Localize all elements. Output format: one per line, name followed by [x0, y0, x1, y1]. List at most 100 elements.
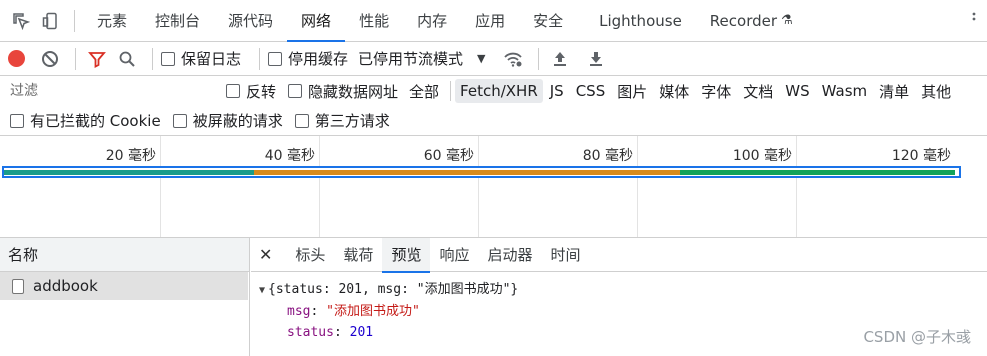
- tab-recorder[interactable]: Recorder ⚗: [696, 0, 807, 42]
- tab-security[interactable]: 安全: [519, 0, 577, 42]
- filter-input[interactable]: [4, 79, 216, 103]
- checkbox-box[interactable]: [172, 113, 187, 128]
- tab-label: 控制台: [155, 12, 201, 30]
- type-filter-doc[interactable]: 文档: [738, 78, 778, 105]
- inspect-element-icon[interactable]: [6, 6, 36, 36]
- time-tick: 100 毫秒: [732, 148, 792, 164]
- type-filter-media[interactable]: 媒体: [654, 78, 694, 105]
- type-filter-manifest[interactable]: 清单: [874, 78, 914, 105]
- blocked-requests-checkbox[interactable]: 被屏蔽的请求: [172, 110, 283, 131]
- network-conditions-icon[interactable]: [500, 46, 526, 72]
- network-overview[interactable]: 20 毫秒 40 毫秒 60 毫秒 80 毫秒 100 毫秒 120 毫秒: [0, 136, 987, 238]
- tab-sources[interactable]: 源代码: [214, 0, 287, 42]
- throttling-select[interactable]: 已停用节流模式 ▼: [358, 48, 485, 69]
- grid-line: [319, 136, 320, 237]
- tab-response[interactable]: 响应: [430, 238, 478, 272]
- tab-network[interactable]: 网络: [287, 0, 346, 42]
- clear-icon[interactable]: [37, 46, 63, 72]
- tab-performance[interactable]: 性能: [345, 0, 403, 42]
- blocked-cookies-checkbox[interactable]: 有已拦截的 Cookie: [10, 110, 161, 131]
- time-tick: 120 毫秒: [891, 148, 951, 164]
- checkbox-label: 第三方请求: [314, 112, 390, 130]
- grid-line: [478, 136, 479, 237]
- invert-checkbox[interactable]: 反转: [226, 81, 276, 102]
- toolbar-divider: [259, 47, 261, 70]
- type-filter-all[interactable]: 全部: [404, 78, 444, 105]
- preserve-log-checkbox[interactable]: 保留日志: [161, 48, 241, 69]
- record-icon[interactable]: [8, 50, 25, 67]
- type-filter-ws[interactable]: WS: [780, 79, 814, 103]
- document-icon: [12, 278, 24, 294]
- watermark: CSDN @子木彧: [863, 328, 971, 346]
- timing-finish-segment: [680, 170, 955, 175]
- type-filter-other[interactable]: 其他: [916, 78, 956, 105]
- type-filter-img[interactable]: 图片: [612, 78, 652, 105]
- throttling-value: 已停用节流模式: [358, 50, 464, 68]
- disable-cache-checkbox[interactable]: 停用缓存: [268, 48, 348, 69]
- tab-console[interactable]: 控制台: [141, 0, 214, 42]
- type-filter-font[interactable]: 字体: [696, 78, 736, 105]
- time-tick: 20 毫秒: [105, 148, 156, 164]
- tab-initiator[interactable]: 启动器: [478, 238, 541, 272]
- tab-payload[interactable]: 载荷: [334, 238, 382, 272]
- checkbox-label: 被屏蔽的请求: [192, 112, 283, 130]
- tab-label: Lighthouse: [599, 11, 682, 30]
- toolbar-divider: [152, 47, 153, 70]
- third-party-checkbox[interactable]: 第三方请求: [294, 110, 390, 131]
- tab-timing[interactable]: 时间: [541, 238, 589, 272]
- type-filter-css[interactable]: CSS: [571, 79, 611, 103]
- checkbox-box[interactable]: [288, 84, 303, 98]
- checkbox-box[interactable]: [294, 113, 309, 128]
- search-icon[interactable]: [114, 46, 140, 72]
- tab-label: 网络: [301, 12, 332, 30]
- tab-memory[interactable]: 内存: [403, 0, 461, 42]
- checkbox-box[interactable]: [10, 113, 24, 128]
- checkbox-box[interactable]: [268, 51, 283, 66]
- device-toolbar-icon[interactable]: [36, 6, 66, 36]
- tree-root[interactable]: ▼ {status: 201, msg: "添加图书成功"}: [259, 279, 987, 301]
- type-divider: [450, 81, 452, 101]
- property-key: msg: [287, 304, 311, 319]
- request-name: addbook: [33, 277, 98, 295]
- tree-property: msg: "添加图书成功": [287, 304, 420, 319]
- detail-tab-bar: ✕ 标头 载荷 预览 响应 启动器 时间: [251, 237, 987, 273]
- object-summary: {status: 201, msg: "添加图书成功"}: [268, 282, 519, 297]
- timing-waiting-segment: [4, 170, 254, 175]
- checkbox-box[interactable]: [226, 84, 240, 98]
- checkbox-label: 隐藏数据网址: [308, 82, 399, 101]
- tab-preview[interactable]: 预览: [382, 237, 431, 273]
- property-value: "添加图书成功": [326, 304, 420, 319]
- tab-label: 源代码: [228, 12, 274, 30]
- tabbar-divider: [74, 9, 75, 32]
- request-panel: 名称 addbook ✕ 标头 载荷 预览 响应 启动器 时间 ▼ {status…: [0, 237, 987, 356]
- tab-lighthouse[interactable]: Lighthouse: [577, 0, 696, 42]
- tab-application[interactable]: 应用: [461, 0, 519, 42]
- close-icon[interactable]: ✕: [259, 245, 272, 264]
- more-tabs-icon[interactable]: [971, 12, 987, 30]
- tab-headers[interactable]: 标头: [286, 238, 334, 272]
- tab-label: Recorder: [709, 11, 778, 30]
- property-key: status: [287, 325, 334, 340]
- filter-bar-secondary: 有已拦截的 Cookie 被屏蔽的请求 第三方请求: [0, 106, 987, 136]
- request-row[interactable]: addbook: [0, 272, 248, 300]
- hide-data-urls-checkbox[interactable]: 隐藏数据网址: [288, 81, 398, 102]
- checkbox-label: 有已拦截的 Cookie: [30, 112, 161, 130]
- tab-elements[interactable]: 元素: [83, 0, 141, 42]
- toolbar-divider: [75, 47, 76, 70]
- export-har-icon[interactable]: [583, 46, 609, 72]
- time-tick: 60 毫秒: [423, 148, 474, 164]
- tab-label: 内存: [417, 12, 448, 30]
- property-value: 201: [349, 325, 374, 340]
- import-har-icon[interactable]: [547, 46, 573, 72]
- type-filter-fetch-xhr[interactable]: Fetch/XHR: [455, 79, 543, 103]
- toolbar-divider: [537, 47, 539, 70]
- flask-icon: ⚗: [781, 13, 793, 28]
- checkbox-box[interactable]: [161, 51, 175, 66]
- expand-triangle-icon[interactable]: ▼: [259, 285, 265, 296]
- name-column-header[interactable]: 名称: [0, 238, 249, 272]
- filter-icon[interactable]: [84, 46, 110, 72]
- type-filter-js[interactable]: JS: [545, 79, 569, 103]
- grid-line: [160, 136, 161, 237]
- type-filter-wasm[interactable]: Wasm: [817, 79, 873, 103]
- overview-selection[interactable]: [2, 166, 961, 178]
